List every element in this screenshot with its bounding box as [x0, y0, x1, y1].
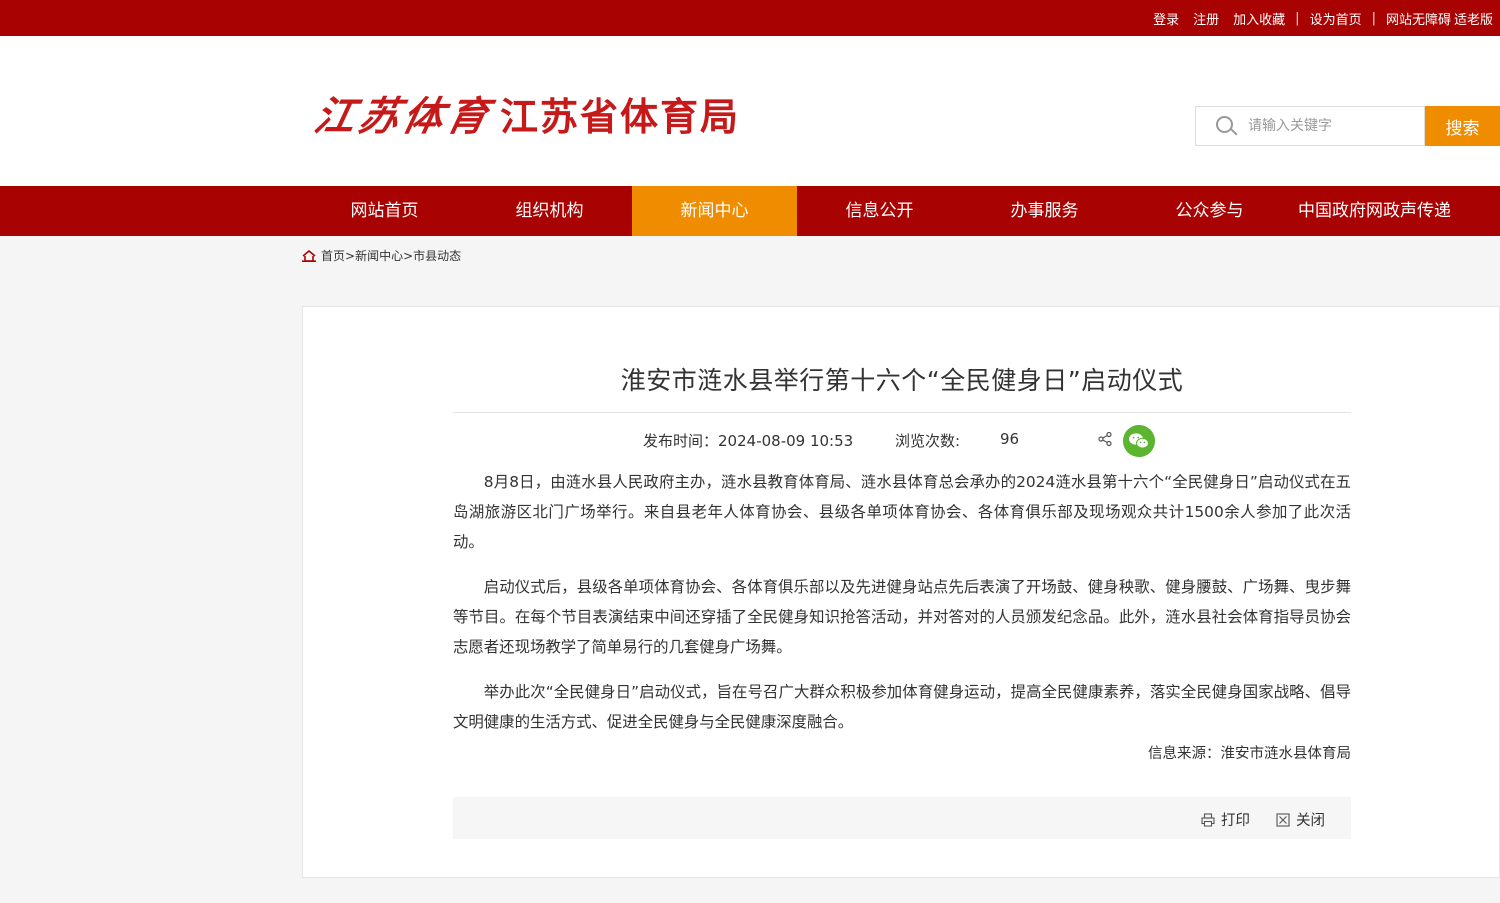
search-box — [1195, 106, 1425, 146]
article-meta: 发布时间：2024-08-09 10:53 浏览次数: 96 — [453, 413, 1351, 467]
nav-item-organization[interactable]: 组织机构 — [467, 186, 632, 236]
nav-item-home[interactable]: 网站首页 — [302, 186, 467, 236]
article-toolbar: 打印 关闭 — [453, 797, 1351, 839]
print-button[interactable]: 打印 — [1201, 809, 1250, 830]
breadcrumb-separator: > — [345, 248, 356, 263]
bookmark-link[interactable]: 加入收藏 — [1226, 9, 1292, 28]
article-body: 8月8日，由涟水县人民政府主办，涟水县教育体育局、涟水县体育总会承办的2024涟… — [453, 467, 1351, 737]
set-home-link[interactable]: 设为首页 — [1303, 9, 1369, 28]
article-source: 信息来源：淮安市涟水县体育局 — [1148, 746, 1351, 762]
publish-time: 2024-08-09 10:53 — [718, 432, 854, 450]
article-paragraph: 启动仪式后，县级各单项体育协会、各体育俱乐部以及先进健身站点先后表演了开场鼓、健… — [453, 578, 1351, 656]
article-panel: 淮安市涟水县举行第十六个“全民健身日”启动仪式 发布时间：2024-08-09 … — [302, 306, 1500, 878]
article-paragraph: 8月8日，由涟水县人民政府主办，涟水县教育体育局、涟水县体育总会承办的2024涟… — [453, 473, 1351, 551]
breadcrumb-home[interactable]: 首页 — [321, 247, 345, 264]
top-links: 登录 注册 加入收藏 | 设为首页 | 网站无障碍 适老版 — [1146, 0, 1500, 36]
views-count: 96 — [1000, 430, 1020, 448]
elder-mode-link[interactable]: 适老版 — [1451, 9, 1500, 28]
publish-info: 发布时间：2024-08-09 10:53 — [643, 430, 853, 451]
logo-name: 江苏省体育局 — [500, 94, 741, 139]
close-icon — [1276, 812, 1290, 827]
header: 江苏体育 江苏省体育局 搜索 — [0, 36, 1500, 186]
article-title: 淮安市涟水县举行第十六个“全民健身日”启动仪式 — [620, 366, 1184, 395]
home-icon — [302, 249, 316, 262]
share-icon[interactable] — [1097, 431, 1113, 447]
article-paragraph: 举办此次“全民健身日”启动仪式，旨在号召广大群众积极参加体育健身运动，提高全民健… — [453, 683, 1351, 731]
nav-item-participation[interactable]: 公众参与 — [1127, 186, 1292, 236]
nav-item-news[interactable]: 新闻中心 — [632, 186, 797, 236]
nav-item-gov-voice[interactable]: 中国政府网政声传递 — [1292, 186, 1457, 236]
close-button[interactable]: 关闭 — [1276, 809, 1325, 830]
search-button[interactable]: 搜索 — [1425, 106, 1500, 146]
printer-icon — [1201, 812, 1215, 827]
logo-calligraphy: 江苏体育 — [310, 93, 497, 140]
accessibility-link[interactable]: 网站无障碍 — [1379, 9, 1451, 28]
main-nav: 网站首页 组织机构 新闻中心 信息公开 办事服务 公众参与 中国政府网政声传递 — [0, 186, 1500, 236]
breadcrumb: 首页 > 新闻中心 > 市县动态 — [0, 236, 1500, 276]
register-link[interactable]: 注册 — [1186, 9, 1226, 28]
print-label: 打印 — [1221, 813, 1250, 829]
nav-item-services[interactable]: 办事服务 — [962, 186, 1127, 236]
top-bar: 登录 注册 加入收藏 | 设为首页 | 网站无障碍 适老版 — [0, 0, 1500, 36]
site-logo[interactable]: 江苏体育 江苏省体育局 — [310, 84, 741, 142]
article: 淮安市涟水县举行第十六个“全民健身日”启动仪式 发布时间：2024-08-09 … — [453, 307, 1351, 764]
login-link[interactable]: 登录 — [1146, 9, 1186, 28]
views-label: 浏览次数: — [895, 432, 961, 450]
breadcrumb-city-county[interactable]: 市县动态 — [413, 247, 461, 264]
search-icon — [1216, 116, 1238, 138]
search-input[interactable] — [1248, 115, 1418, 137]
wechat-icon[interactable] — [1123, 425, 1155, 457]
close-label: 关闭 — [1296, 813, 1325, 829]
breadcrumb-news[interactable]: 新闻中心 — [355, 247, 403, 264]
separator: | — [1295, 10, 1300, 26]
breadcrumb-separator: > — [403, 248, 414, 263]
publish-label: 发布时间： — [643, 432, 719, 450]
separator: | — [1371, 10, 1376, 26]
nav-item-info-disclosure[interactable]: 信息公开 — [797, 186, 962, 236]
